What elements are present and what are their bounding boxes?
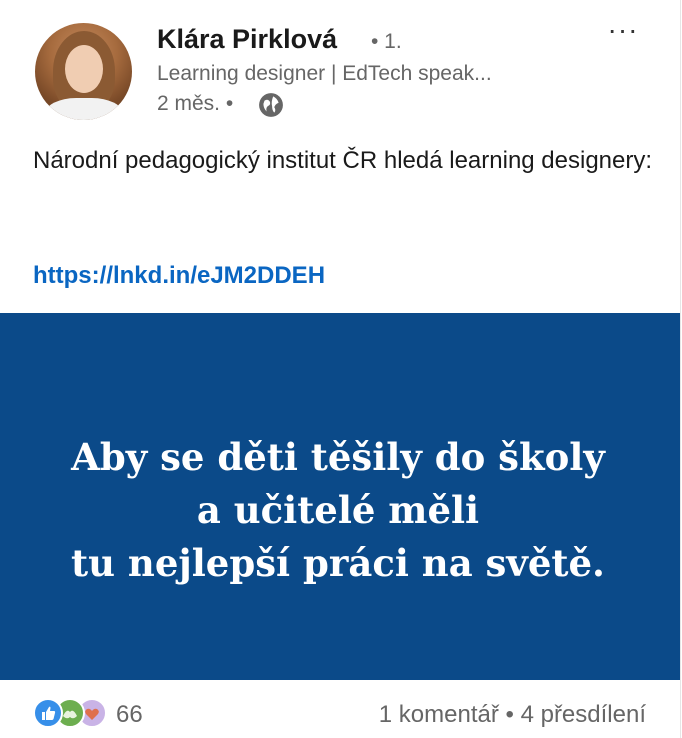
- post-text: Národní pedagogický institut ČR hledá le…: [33, 147, 653, 174]
- social-counts: 1 komentář • 4 přesdílení: [379, 701, 646, 729]
- globe-icon: [259, 93, 283, 117]
- banner-line: tu nejlepší práci na světě.: [71, 541, 605, 585]
- banner-line: Aby se děti těšily do školy: [71, 435, 605, 479]
- avatar-face: [65, 45, 103, 93]
- banner-line: a učitelé měli: [196, 488, 480, 532]
- post-card: Klára Pirklová • 1. ··· Learning designe…: [0, 0, 681, 738]
- post-link[interactable]: https://lnkd.in/eJM2DDEH: [33, 262, 325, 290]
- like-icon: [33, 698, 63, 728]
- post-image-banner[interactable]: Aby se děti těšily do školy a učitelé mě…: [0, 313, 680, 680]
- reposts-count[interactable]: 4 přesdílení: [521, 701, 646, 728]
- comments-count[interactable]: 1 komentář: [379, 701, 499, 728]
- author-name[interactable]: Klára Pirklová: [157, 24, 337, 55]
- author-avatar[interactable]: [35, 23, 132, 120]
- connection-degree: • 1.: [371, 30, 402, 53]
- post-time: 2 měs. •: [157, 92, 234, 115]
- author-headline: Learning designer | EdTech speak...: [157, 62, 492, 85]
- separator: •: [505, 701, 514, 728]
- more-options-icon[interactable]: ···: [603, 16, 643, 48]
- banner-text: Aby se děti těšily do školy a učitelé mě…: [0, 431, 676, 590]
- avatar-shirt: [45, 98, 123, 120]
- reaction-icons[interactable]: [33, 698, 123, 728]
- reaction-count[interactable]: 66: [116, 701, 143, 729]
